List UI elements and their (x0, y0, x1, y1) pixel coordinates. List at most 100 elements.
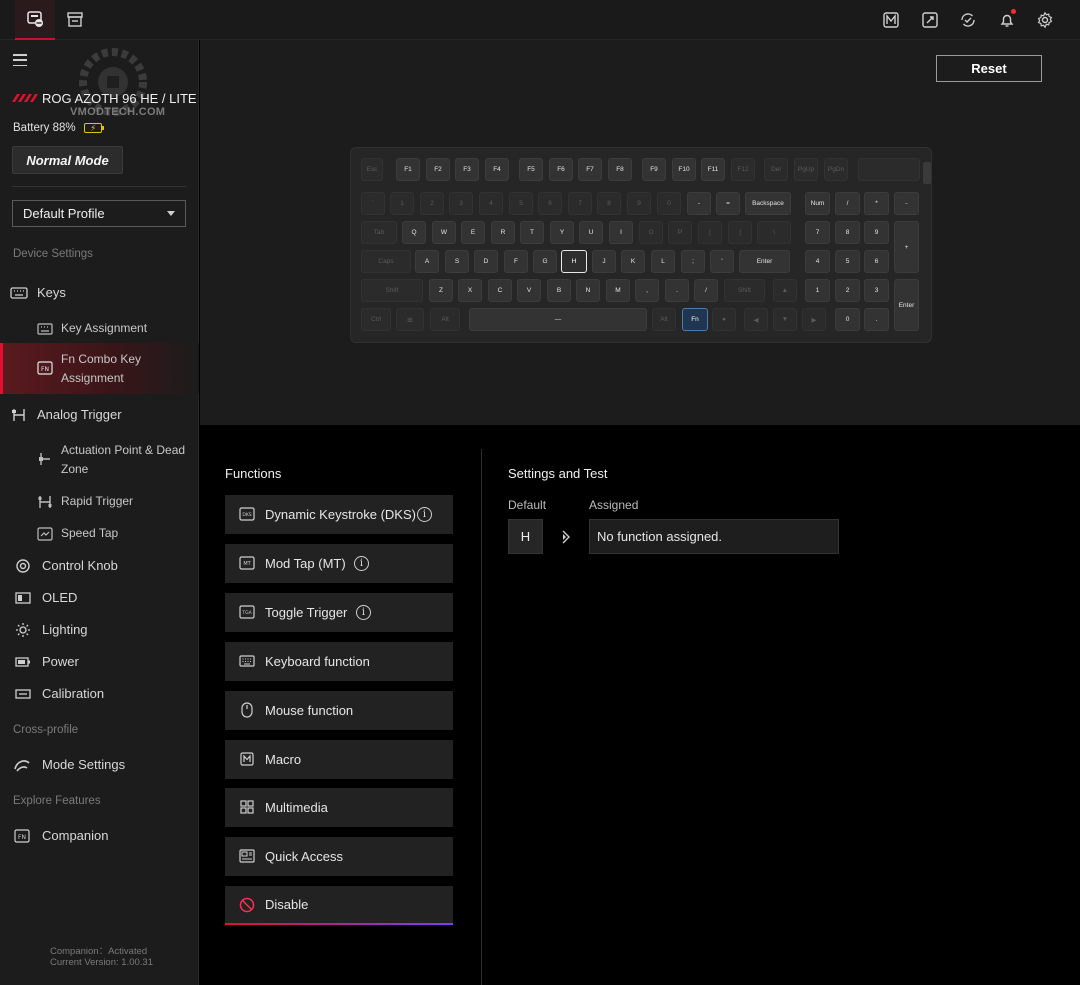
keyboard-key[interactable]: ● (712, 308, 736, 331)
keyboard-key[interactable]: / (694, 279, 718, 302)
keyboard-key[interactable]: I (609, 221, 633, 244)
keyboard-key[interactable]: P (668, 221, 692, 244)
tab-device[interactable] (15, 0, 55, 40)
keyboard-key[interactable]: A (415, 250, 439, 273)
keyboard-key[interactable]: W (432, 221, 456, 244)
keyboard-key[interactable]: 4 (479, 192, 503, 215)
keyboard-key[interactable]: G (533, 250, 557, 273)
keyboard-key[interactable]: \ (757, 221, 791, 244)
keyboard-key[interactable]: 1 (805, 279, 830, 302)
info-icon[interactable]: i (354, 556, 369, 571)
function-multimedia[interactable]: Multimedia (225, 788, 453, 827)
keyboard-key[interactable]: Caps (361, 250, 411, 273)
keyboard-key[interactable]: Alt (652, 308, 676, 331)
keyboard-key[interactable]: . (864, 308, 889, 331)
info-icon[interactable]: i (417, 507, 432, 522)
keyboard-key[interactable]: 2 (835, 279, 860, 302)
keyboard-key[interactable]: J (592, 250, 616, 273)
sidebar-item-key-assignment[interactable]: Key Assignment (0, 318, 199, 340)
keyboard-key[interactable]: Enter (739, 250, 790, 273)
keyboard-key[interactable]: ] (728, 221, 752, 244)
keyboard-key[interactable]: ; (681, 250, 705, 273)
keyboard-key[interactable]: X (458, 279, 482, 302)
function-keyboard[interactable]: Keyboard function (225, 642, 453, 681)
keyboard-key[interactable]: F1 (396, 158, 420, 181)
keyboard-key[interactable]: 5 (835, 250, 860, 273)
sidebar-item-companion[interactable]: FN Companion (0, 825, 199, 847)
keyboard-key[interactable]: F2 (426, 158, 450, 181)
keyboard-key[interactable]: Tab (361, 221, 397, 244)
function-quick-access[interactable]: Quick Access (225, 837, 453, 876)
keyboard-key[interactable]: L (651, 250, 675, 273)
keyboard-key[interactable]: B (547, 279, 571, 302)
keyboard-key[interactable]: Del (764, 158, 788, 181)
keyboard-key[interactable]: Backspace (745, 192, 791, 215)
keyboard-key[interactable]: M (606, 279, 630, 302)
mode-button[interactable]: Normal Mode (12, 146, 123, 174)
tab-store[interactable] (55, 0, 95, 40)
keyboard-key[interactable]: , (635, 279, 659, 302)
keyboard-key[interactable]: Shift (361, 279, 423, 302)
macro-icon[interactable] (881, 10, 901, 30)
keyboard-key[interactable]: T (520, 221, 544, 244)
keyboard-key[interactable]: ◀ (744, 308, 768, 331)
keyboard-key[interactable]: 8 (597, 192, 621, 215)
sidebar-item-mode-settings[interactable]: Mode Settings (0, 754, 199, 776)
keyboard-key[interactable]: 4 (805, 250, 830, 273)
profile-dropdown[interactable]: Default Profile (12, 200, 186, 227)
sidebar-item-keys[interactable]: Keys (0, 282, 199, 304)
hamburger-menu-icon[interactable] (13, 54, 27, 66)
keyboard-key[interactable]: ' (710, 250, 734, 273)
keyboard-key[interactable]: 6 (538, 192, 562, 215)
keyboard-key[interactable]: F7 (578, 158, 602, 181)
keyboard-key[interactable]: O (639, 221, 663, 244)
sidebar-item-actuation-point[interactable]: Actuation Point & Dead Zone (0, 440, 199, 480)
keyboard-key[interactable]: F11 (701, 158, 725, 181)
keyboard-key[interactable]: 3 (449, 192, 473, 215)
reset-button[interactable]: Reset (936, 55, 1042, 82)
keyboard-key[interactable]: Fn (682, 308, 708, 331)
keyboard-key[interactable]: F6 (549, 158, 573, 181)
function-mod-tap[interactable]: MT Mod Tap (MT) i (225, 544, 453, 583)
keyboard-key[interactable]: ▲ (773, 279, 797, 302)
keyboard-key[interactable]: Alt (430, 308, 460, 331)
info-icon[interactable]: i (356, 605, 371, 620)
keyboard-key[interactable]: - (687, 192, 711, 215)
keyboard-key[interactable]: [ (698, 221, 722, 244)
keyboard-key[interactable]: / (835, 192, 860, 215)
keyboard-key[interactable]: R (491, 221, 515, 244)
keyboard-key[interactable]: 9 (627, 192, 651, 215)
keyboard-key[interactable]: + (894, 221, 919, 273)
settings-gear-icon[interactable] (1035, 10, 1055, 30)
keyboard-key[interactable]: ` (361, 192, 385, 215)
keyboard-key[interactable]: 0 (657, 192, 681, 215)
keyboard-key[interactable]: ▶ (802, 308, 826, 331)
keyboard-key[interactable]: F3 (455, 158, 479, 181)
notification-bell-icon[interactable] (997, 9, 1017, 30)
keyboard-key[interactable] (858, 158, 920, 181)
keyboard-key[interactable]: H (561, 250, 587, 273)
sidebar-item-oled[interactable]: OLED (0, 587, 199, 609)
function-dks[interactable]: DKS Dynamic Keystroke (DKS) i (225, 495, 453, 534)
keyboard-key[interactable]: N (576, 279, 600, 302)
keyboard-key[interactable]: 7 (568, 192, 592, 215)
keyboard-key[interactable]: Shift (724, 279, 765, 302)
keyboard-key[interactable]: — (469, 308, 647, 331)
keyboard-key[interactable]: Y (550, 221, 574, 244)
keyboard-key[interactable]: 9 (864, 221, 889, 244)
keyboard-key[interactable]: 5 (509, 192, 533, 215)
keyboard-key[interactable]: 6 (864, 250, 889, 273)
keyboard-key[interactable]: F12 (731, 158, 755, 181)
keyboard-key[interactable]: * (864, 192, 889, 215)
keyboard-key[interactable]: 7 (805, 221, 830, 244)
keyboard-key[interactable]: F10 (672, 158, 696, 181)
keyboard-key[interactable]: Enter (894, 279, 919, 331)
sync-icon[interactable] (958, 10, 978, 30)
keyboard-key[interactable]: Ctrl (361, 308, 391, 331)
keyboard-key[interactable]: . (665, 279, 689, 302)
keyboard-key[interactable]: Num (805, 192, 830, 215)
keyboard-key[interactable]: PgUp (794, 158, 818, 181)
keyboard-key[interactable]: Esc (361, 158, 383, 181)
keyboard-key[interactable]: V (517, 279, 541, 302)
keyboard-key[interactable]: F9 (642, 158, 666, 181)
